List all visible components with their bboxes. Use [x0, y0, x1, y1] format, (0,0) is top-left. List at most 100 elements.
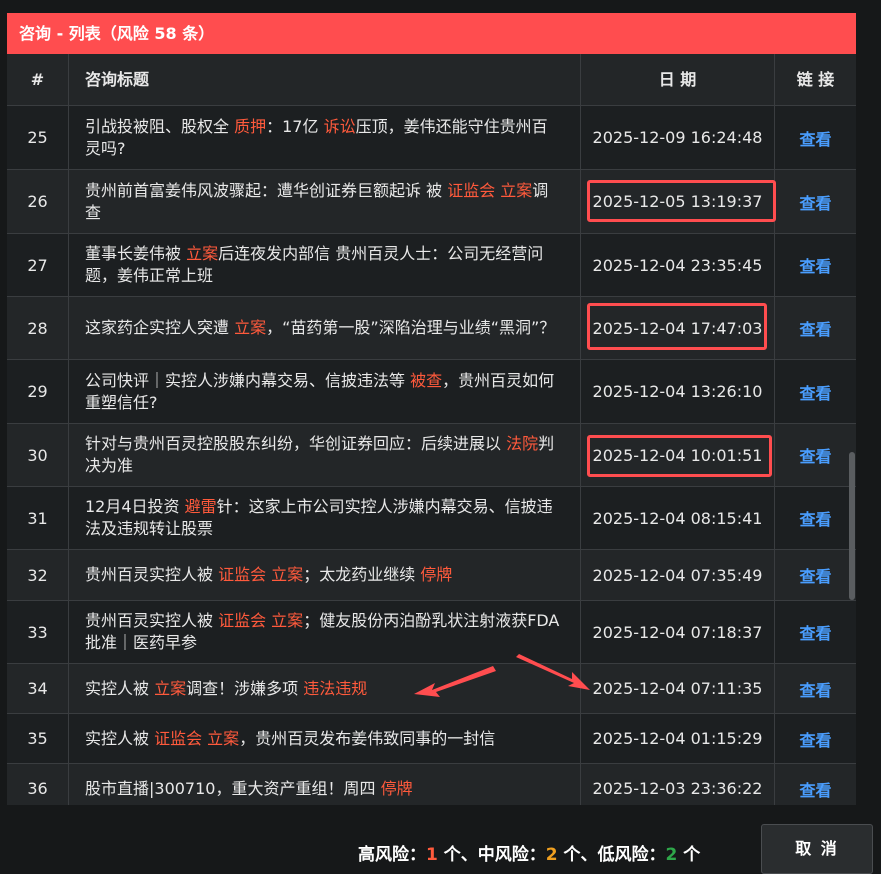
table-row: 25 引战投被阻、股权全 质押：17亿 诉讼压顶，姜伟还能守住贵州百灵吗? 2025…: [7, 106, 856, 170]
table-row: 32 贵州百灵实控人被 证监会 立案；太龙药业继续 停牌 2025-12-04 07…: [7, 550, 856, 601]
table-header: # 咨询标题 日 期 链 接: [7, 54, 856, 106]
row-index: 27: [7, 234, 69, 296]
title-text: ，贵州百灵发布姜伟致同事的一封信: [239, 728, 496, 748]
risk-keyword: 停牌: [420, 565, 453, 584]
risk-keyword: 被查: [410, 370, 443, 390]
row-link-cell: 查看: [775, 601, 856, 663]
row-date: 2025-12-04 08:15:41: [581, 487, 775, 549]
table-row: 34 实控人被 立案调查！涉嫌多项 违法违规 2025-12-04 07:11:35…: [7, 664, 856, 714]
cancel-button[interactable]: 取 消: [761, 824, 873, 874]
view-link[interactable]: 查看: [799, 777, 831, 801]
row-date: 2025-12-09 16:24:48: [581, 106, 775, 169]
view-link[interactable]: 查看: [799, 563, 831, 587]
title-text: ，“苗药第一股”深陷治理与业绩“黑洞”？: [266, 318, 556, 337]
risk-keyword: 质押: [234, 116, 267, 136]
row-date: 2025-12-04 07:35:49: [581, 550, 775, 600]
title-text: 实控人被: [85, 678, 155, 698]
view-link[interactable]: 查看: [799, 380, 831, 404]
risk-keyword: 违法违规: [303, 678, 368, 698]
row-index: 34: [7, 664, 69, 713]
risk-keyword: 立案: [154, 678, 187, 698]
row-link-cell: 查看: [775, 664, 856, 713]
row-link-cell: 查看: [775, 234, 856, 296]
scrollbar-thumb[interactable]: [849, 452, 855, 600]
risk-keyword: 证监会 立案: [218, 611, 304, 630]
row-index: 33: [7, 601, 69, 663]
header-title: 咨询标题: [69, 54, 581, 105]
header-date: 日 期: [581, 54, 775, 105]
row-index: 25: [7, 106, 69, 169]
row-date: 2025-12-05 13:19:37: [581, 170, 775, 233]
row-link-cell: 查看: [775, 424, 856, 486]
view-link[interactable]: 查看: [799, 253, 831, 277]
title-text: 针对与贵州百灵控股股东纠纷，华创证券回应：后续进展以: [85, 434, 507, 453]
table-row: 26 贵州前首富姜伟风波骤起：遭华创证券巨额起诉 被 证监会 立案调查 2025-1…: [7, 170, 856, 234]
view-link[interactable]: 查看: [799, 677, 831, 701]
row-date: 2025-12-03 23:36:22: [581, 764, 775, 805]
table-row: 35 实控人被 证监会 立案，贵州百灵发布姜伟致同事的一封信 2025-12-04 …: [7, 714, 856, 764]
title-text: 贵州百灵实控人被: [85, 565, 219, 584]
view-link[interactable]: 查看: [799, 620, 831, 644]
risk-keyword: 证监会 立案: [447, 180, 533, 200]
row-link-cell: 查看: [775, 714, 856, 763]
row-title: 股市直播|300710，重大资产重组！周四 停牌: [69, 764, 581, 805]
risk-keyword: 证监会 立案: [218, 565, 304, 584]
title-text: 引战投被阻、股权全: [85, 116, 235, 136]
row-title: 董事长姜伟被 立案后连夜发内部信 贵州百灵人士：公司无经营问题，姜伟正常上班: [69, 234, 581, 296]
row-date: 2025-12-04 10:01:51: [581, 424, 775, 486]
dialog-title: 咨询 - 列表（风险 58 条）: [7, 13, 856, 54]
risk-keyword: 法院: [506, 434, 539, 453]
row-date: 2025-12-04 07:18:37: [581, 601, 775, 663]
high-risk-label: 高风险：: [358, 845, 426, 865]
low-risk-label: 低风险：: [597, 845, 666, 865]
row-link-cell: 查看: [775, 764, 856, 805]
row-title: 贵州百灵实控人被 证监会 立案；健友股份丙泊酚乳状注射液获FDA批准｜医药早参: [69, 601, 581, 663]
row-title: 实控人被 立案调查！涉嫌多项 违法违规: [69, 664, 581, 713]
risk-table: # 咨询标题 日 期 链 接 25 引战投被阻、股权全 质押：17亿 诉讼压顶，姜…: [7, 54, 856, 805]
risk-keyword: 立案: [234, 318, 267, 337]
row-date: 2025-12-04 17:47:03: [581, 297, 775, 359]
view-link[interactable]: 查看: [799, 190, 831, 214]
row-title: 公司快评｜实控人涉嫌内幕交易、信披违法等 被查，贵州百灵如何重塑信任?: [69, 360, 581, 423]
row-link-cell: 查看: [775, 550, 856, 600]
high-risk-count: 1: [426, 845, 438, 865]
title-text: 实控人被: [85, 728, 155, 748]
risk-keyword: 立案: [186, 244, 219, 263]
row-title: 贵州百灵实控人被 证监会 立案；太龙药业继续 停牌: [69, 550, 581, 600]
view-link[interactable]: 查看: [799, 126, 831, 150]
view-link[interactable]: 查看: [799, 727, 831, 751]
table-scrollbar[interactable]: [848, 106, 856, 805]
table-row: 27 董事长姜伟被 立案后连夜发内部信 贵州百灵人士：公司无经营问题，姜伟正常上班…: [7, 234, 856, 297]
table-row: 29 公司快评｜实控人涉嫌内幕交易、信披违法等 被查，贵州百灵如何重塑信任? 202…: [7, 360, 856, 424]
risk-keyword: 诉讼: [323, 116, 356, 136]
row-index: 29: [7, 360, 69, 423]
risk-keyword: 避雷: [184, 497, 217, 516]
title-text: 调查！涉嫌多项: [186, 678, 304, 698]
mid-risk-count: 2: [545, 845, 558, 865]
title-text: 股市直播|300710，重大资产重组！周四: [85, 778, 381, 798]
row-date: 2025-12-04 23:35:45: [581, 234, 775, 296]
row-date: 2025-12-04 01:15:29: [581, 714, 775, 763]
title-text: 董事长姜伟被: [85, 244, 187, 263]
row-link-cell: 查看: [775, 360, 856, 423]
risk-keyword: 停牌: [380, 778, 413, 798]
title-text: 12月4日投资: [85, 497, 185, 516]
row-title: 针对与贵州百灵控股股东纠纷，华创证券回应：后续进展以 法院判决为准: [69, 424, 581, 486]
row-date: 2025-12-04 07:11:35: [581, 664, 775, 713]
row-link-cell: 查看: [775, 170, 856, 233]
row-title: 贵州前首富姜伟风波骤起：遭华创证券巨额起诉 被 证监会 立案调查: [69, 170, 581, 233]
view-link[interactable]: 查看: [799, 506, 831, 530]
title-text: 贵州百灵实控人被: [85, 611, 219, 630]
row-link-cell: 查看: [775, 106, 856, 169]
low-risk-count: 2: [665, 845, 678, 865]
row-date: 2025-12-04 13:26:10: [581, 360, 775, 423]
view-link[interactable]: 查看: [799, 443, 831, 467]
table-row: 36 股市直播|300710，重大资产重组！周四 停牌 2025-12-03 23:…: [7, 764, 856, 805]
header-link: 链 接: [796, 70, 835, 89]
row-index: 26: [7, 170, 69, 233]
row-index: 28: [7, 297, 69, 359]
view-link[interactable]: 查看: [799, 316, 831, 340]
row-index: 35: [7, 714, 69, 763]
table-row: 31 12月4日投资 避雷针：这家上市公司实控人涉嫌内幕交易、信披违法及违规转让股…: [7, 487, 856, 550]
row-title: 实控人被 证监会 立案，贵州百灵发布姜伟致同事的一封信: [69, 714, 581, 763]
